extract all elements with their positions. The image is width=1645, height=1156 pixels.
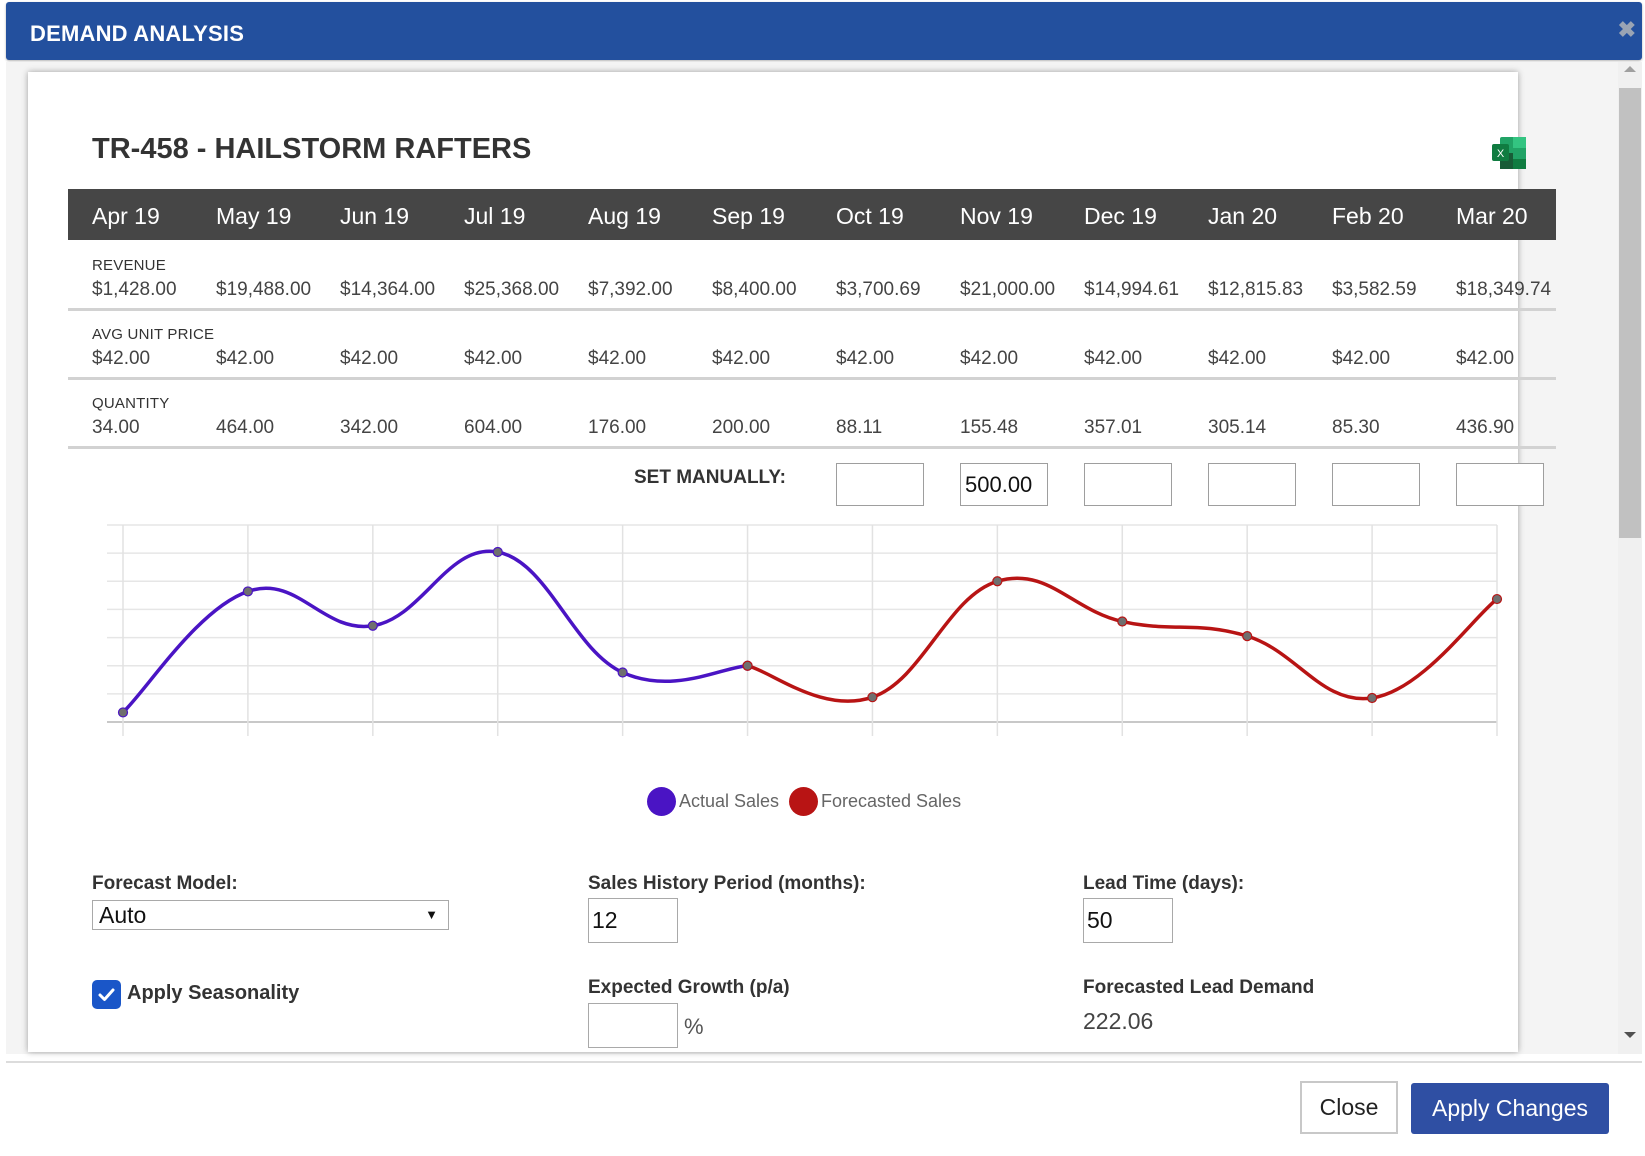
avg-unit-price-cell: $42.00 — [1456, 348, 1515, 369]
revenue-label: REVENUE — [92, 257, 166, 274]
row-divider — [68, 377, 1556, 380]
quantity-cell: 176.00 — [588, 417, 647, 438]
quantity-cell: 88.11 — [836, 417, 883, 438]
row-divider — [68, 446, 1556, 449]
avg-unit-price-cell: $42.00 — [464, 348, 523, 369]
avg-unit-price-label: AVG UNIT PRICE — [92, 326, 215, 343]
forecast-model-select[interactable]: Auto ▼ — [92, 900, 449, 930]
revenue-cell: $19,488.00 — [216, 279, 312, 300]
svg-text:X: X — [1497, 148, 1505, 160]
avg-unit-price-cell: $42.00 — [836, 348, 895, 369]
set-manually-input[interactable] — [1332, 463, 1420, 506]
month-header: Nov 19 — [960, 203, 1033, 229]
legend-label-actual: Actual Sales — [679, 791, 780, 811]
forecast-model-label: Forecast Model: — [92, 873, 238, 894]
month-header: Jul 19 — [464, 203, 526, 229]
avg-unit-price-cell: $42.00 — [588, 348, 647, 369]
legend-actual-sales[interactable]: Actual Sales — [647, 787, 779, 816]
avg-unit-price-cell: $42.00 — [1208, 348, 1267, 369]
quantity-cell: 604.00 — [464, 417, 523, 438]
set-manually-input[interactable] — [1456, 463, 1544, 506]
month-header: Oct 19 — [836, 203, 904, 229]
lead-time-label: Lead Time (days): — [1083, 873, 1245, 894]
revenue-cell: $14,994.61 — [1084, 279, 1180, 300]
quantity-cell: 436.90 — [1456, 417, 1515, 438]
modal-header: DEMAND ANALYSIS ✖ — [6, 2, 1642, 60]
forecasted-lead-demand-value: 222.06 — [1083, 1008, 1154, 1034]
footer-divider — [6, 1061, 1642, 1063]
revenue-cell: $3,700.69 — [836, 279, 921, 300]
set-manually-input[interactable] — [960, 463, 1048, 506]
avg-unit-price-cell: $42.00 — [712, 348, 771, 369]
revenue-cell: $1,428.00 — [92, 279, 177, 300]
avg-unit-price-cell: $42.00 — [960, 348, 1019, 369]
legend-dot-actual — [647, 787, 676, 816]
sales-history-input[interactable] — [588, 898, 678, 943]
avg-unit-price-cell: $42.00 — [216, 348, 275, 369]
revenue-cell: $12,815.83 — [1208, 279, 1304, 300]
checkmark-icon — [98, 988, 115, 1001]
set-manually-label: SET MANUALLY: — [634, 467, 786, 488]
revenue-cell: $25,368.00 — [464, 279, 560, 300]
legend-label-forecast: Forecasted Sales — [821, 791, 962, 811]
lead-time-input[interactable] — [1083, 898, 1173, 943]
scroll-up-arrow-icon[interactable] — [1624, 66, 1636, 72]
modal-title: DEMAND ANALYSIS — [30, 21, 245, 46]
avg-unit-price-cell: $42.00 — [1084, 348, 1143, 369]
avg-unit-price-cell: $42.00 — [1332, 348, 1391, 369]
set-manually-input[interactable] — [1208, 463, 1296, 506]
revenue-cell: $21,000.00 — [960, 279, 1056, 300]
month-header: Feb 20 — [1332, 203, 1404, 229]
quantity-cell: 342.00 — [340, 417, 399, 438]
revenue-cell: $3,582.59 — [1332, 279, 1417, 300]
percent-unit: % — [684, 1014, 704, 1039]
forecast-model-value: Auto — [99, 902, 147, 928]
quantity-cell: 200.00 — [712, 417, 771, 438]
quantity-cell: 155.48 — [960, 417, 1019, 438]
avg-unit-price-cell: $42.00 — [340, 348, 399, 369]
apply-seasonality-label: Apply Seasonality — [127, 982, 300, 1004]
month-header: Jun 19 — [340, 203, 410, 229]
legend-forecasted-sales[interactable]: Forecasted Sales — [789, 787, 961, 816]
close-button[interactable]: Close — [1300, 1081, 1398, 1134]
set-manually-input[interactable] — [836, 463, 924, 506]
row-divider — [68, 308, 1556, 311]
month-header: Aug 19 — [588, 203, 661, 229]
month-header: Dec 19 — [1084, 203, 1157, 229]
revenue-cell: $14,364.00 — [340, 279, 436, 300]
quantity-cell: 85.30 — [1332, 417, 1380, 438]
quantity-cell: 357.01 — [1084, 417, 1143, 438]
expected-growth-input[interactable] — [588, 1003, 678, 1048]
revenue-cell: $7,392.00 — [588, 279, 673, 300]
sales-history-label: Sales History Period (months): — [588, 873, 866, 894]
month-header: Sep 19 — [712, 203, 785, 229]
apply-changes-button[interactable]: Apply Changes — [1411, 1083, 1609, 1134]
revenue-cell: $18,349.74 — [1456, 279, 1552, 300]
month-header: Jan 20 — [1208, 203, 1278, 229]
quantity-cell: 305.14 — [1208, 417, 1267, 438]
close-icon[interactable]: ✖ — [1618, 17, 1636, 43]
quantity-cell: 34.00 — [92, 417, 140, 438]
month-header: Mar 20 — [1456, 203, 1528, 229]
chevron-down-icon: ▼ — [425, 907, 438, 922]
scrollbar-thumb[interactable] — [1619, 88, 1641, 538]
scroll-down-arrow-icon[interactable] — [1624, 1032, 1636, 1038]
apply-seasonality-checkbox[interactable] — [92, 980, 121, 1009]
excel-icon[interactable]: X — [1492, 137, 1526, 169]
forecasted-lead-demand-label: Forecasted Lead Demand — [1083, 977, 1315, 998]
product-title: TR-458 - HAILSTORM RAFTERS — [92, 133, 532, 165]
quantity-cell: 464.00 — [216, 417, 275, 438]
avg-unit-price-cell: $42.00 — [92, 348, 151, 369]
month-header: Apr 19 — [92, 203, 160, 229]
revenue-cell: $8,400.00 — [712, 279, 797, 300]
month-header-bar: Apr 19 May 19 Jun 19 Jul 19 Aug 19 Sep 19 Oct … — [68, 189, 1556, 240]
month-header: May 19 — [216, 203, 292, 229]
legend-dot-forecast — [789, 787, 818, 816]
set-manually-input[interactable] — [1084, 463, 1172, 506]
expected-growth-label: Expected Growth (p/a) — [588, 977, 790, 998]
quantity-label: QUANTITY — [92, 395, 170, 412]
